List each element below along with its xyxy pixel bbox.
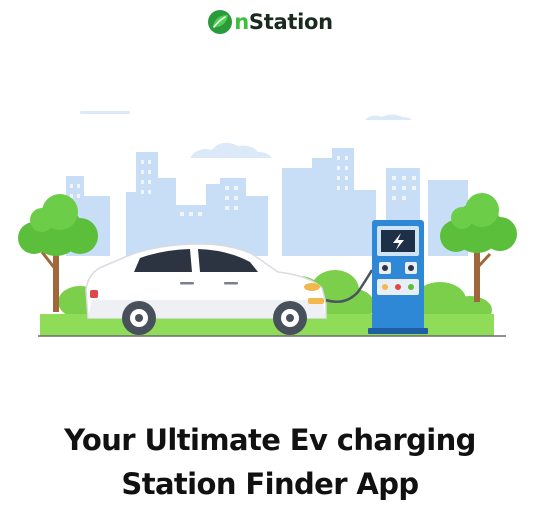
headline-line-2: Station Finder App [121,467,419,501]
brand-name: nStation [234,10,333,34]
leaf-o-icon [208,10,233,34]
headline-line-1: Your Ultimate Ev charging [64,423,476,457]
charging-station-icon [368,220,428,334]
app-logo: nStation [0,8,540,36]
ev-charging-illustration [18,111,517,337]
clouds [80,111,412,158]
headline: Your Ultimate Ev charging Station Finder… [0,418,540,506]
